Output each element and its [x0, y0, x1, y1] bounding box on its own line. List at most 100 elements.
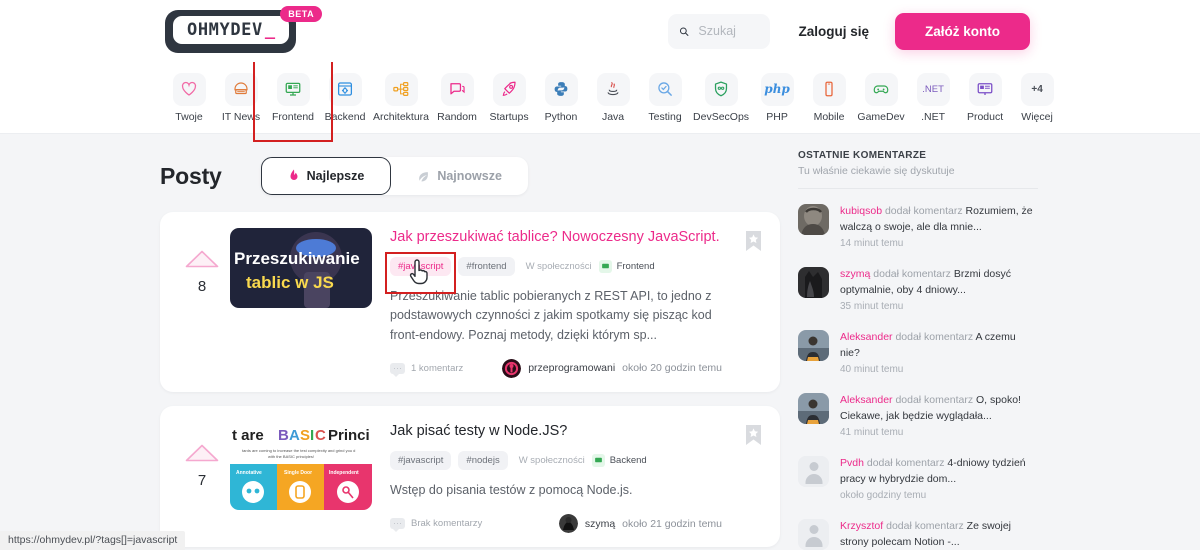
comment-item[interactable]: Aleksander dodał komentarz O, spoko! Cie… — [798, 384, 1038, 447]
signup-button[interactable]: Załóż konto — [895, 12, 1030, 50]
monitor-icon — [276, 72, 310, 106]
comment-author[interactable]: kubiqsob — [840, 205, 882, 217]
nav-category-label: Python — [544, 110, 578, 123]
nav-category-testing[interactable]: Testing — [641, 72, 689, 123]
post-list: 8 Przeszukiwanie tablic w JS Jak przeszukiw… — [160, 212, 780, 550]
comment-verb: dodał komentarz — [886, 520, 964, 533]
nav-category-devsecops[interactable]: DevSecOps — [693, 72, 749, 123]
nav-category-wi-cej[interactable]: +4 Więcej — [1013, 72, 1061, 123]
recent-comments-list: kubiqsob dodał komentarz Rozumiem, że wa… — [798, 195, 1038, 550]
nav-category-label: GameDev — [857, 110, 905, 123]
post-author[interactable]: szymą około 21 godzin temu — [558, 514, 722, 534]
flame-icon — [290, 169, 298, 180]
nav-category-php[interactable]: php PHP — [753, 72, 801, 123]
post-thumbnail[interactable]: t are B A S I C Princi tards are coming to inc… — [230, 421, 372, 510]
upvote-button[interactable] — [185, 250, 219, 268]
post-card[interactable]: 7 t are B A S I C Princi tards are coming to in… — [160, 405, 780, 548]
post-card[interactable]: 8 Przeszukiwanie tablic w JS Jak przeszukiw… — [160, 212, 780, 392]
logo-caret-icon: _ — [264, 19, 276, 40]
window-gear-icon — [591, 453, 605, 467]
post-tag[interactable]: #nodejs — [458, 450, 508, 470]
comment-time: 40 minut temu — [840, 364, 904, 376]
nav-category-mobile[interactable]: Mobile — [805, 72, 853, 123]
leaf-icon — [419, 171, 429, 181]
nav-category-startups[interactable]: Startups — [485, 72, 533, 123]
post-tag[interactable]: #javascript — [390, 450, 452, 470]
bookmark-icon[interactable] — [745, 424, 762, 446]
posts-header: Posty Najlepsze Najnowsze — [160, 150, 780, 202]
logo-badge: OHMYDEV _ — [165, 9, 297, 53]
phone-icon — [812, 72, 846, 106]
tab-najlepsze[interactable]: Najlepsze — [260, 157, 392, 195]
nav-category-label: Java — [601, 110, 625, 123]
nav-category-gamedev[interactable]: GameDev — [857, 72, 905, 123]
login-link[interactable]: Zaloguj się — [798, 24, 869, 39]
window-gear-icon — [328, 72, 362, 106]
post-title[interactable]: Jak przeszukiwać tablice? Nowoczesny Jav… — [390, 228, 722, 247]
post-category-label: Frontend — [616, 260, 655, 272]
search-box[interactable] — [668, 13, 771, 49]
comment-author[interactable]: Aleksander — [840, 394, 893, 406]
comment-item[interactable]: szymą dodał komentarz Brzmi dosyć optyma… — [798, 258, 1038, 321]
post-excerpt: Wstęp do pisania testów z pomocą Node.js… — [390, 482, 633, 497]
nav-category-python[interactable]: Python — [537, 72, 585, 123]
bookmark-icon[interactable] — [745, 230, 762, 252]
comment-author[interactable]: Pvdh — [840, 457, 864, 469]
post-comments-link[interactable]: Brak komentarzy — [390, 518, 483, 533]
nav-category-architektura[interactable]: Architektura — [373, 72, 429, 123]
avatar — [798, 393, 829, 425]
post-footer: Brak komentarzy szymą około 21 godzin temu — [390, 512, 722, 534]
rocket-icon — [492, 72, 526, 106]
svg-text:B: B — [278, 427, 289, 444]
post-category-label: Backend — [609, 454, 647, 466]
post-author-name: szymą — [584, 517, 616, 530]
sidebar-title: OSTATNIE KOMENTARZE — [798, 150, 927, 161]
post-tag[interactable]: #frontend — [458, 256, 515, 276]
shield-icon — [704, 72, 738, 106]
post-excerpt: Przeszukiwanie tablic pobieranych z REST… — [390, 288, 712, 342]
post-visibility-label: W społeczności — [525, 260, 592, 272]
browser-status-bar: https://ohmydev.pl/?tags[]=javascript — [0, 531, 186, 550]
post-comments-label: Brak komentarzy — [411, 518, 483, 530]
post-title[interactable]: Jak pisać testy w Node.JS? — [390, 422, 722, 441]
search-input[interactable] — [698, 24, 760, 38]
tab-najnowsze[interactable]: Najnowsze — [391, 157, 528, 195]
comment-text-line: kubiqsob dodał komentarz Rozumiem, że wa… — [840, 204, 1038, 235]
nav-category-label: Twoje — [175, 110, 203, 123]
monitor-icon — [598, 259, 612, 273]
nav-category-it-news[interactable]: IT News — [217, 72, 265, 123]
comment-item[interactable]: Krzysztof dodał komentarz Ze swojej stro… — [798, 510, 1038, 550]
post-thumbnail[interactable]: Przeszukiwanie tablic w JS — [230, 228, 372, 308]
sort-toggle-group: Najlepsze Najnowsze — [260, 157, 528, 195]
site-header: OHMYDEV _ BETA Zaloguj się Załóż konto — [0, 0, 1200, 62]
nav-category-net[interactable]: .NET .NET — [909, 72, 957, 123]
sidebar-subtitle: Tu właśnie ciekawie się dyskutuje — [798, 165, 955, 177]
comment-item[interactable]: Aleksander dodał komentarz A czemu nie? 4… — [798, 321, 1038, 384]
python-icon — [544, 72, 578, 106]
nav-category-java[interactable]: Java — [589, 72, 637, 123]
nav-category-label: Startups — [489, 110, 529, 123]
comment-text-line: Aleksander dodał komentarz O, spoko! Cie… — [840, 393, 1038, 424]
nav-category-twoje[interactable]: Twoje — [165, 72, 213, 123]
post-category-chip[interactable]: Backend — [591, 453, 647, 467]
comment-item[interactable]: Pvdh dodał komentarz 4-dniowy tydzień pr… — [798, 447, 1038, 510]
php-icon: php — [760, 72, 794, 106]
comment-author[interactable]: szymą — [840, 268, 870, 280]
upvote-button[interactable] — [185, 444, 219, 462]
post-comments-link[interactable]: 1 komentarz — [390, 362, 463, 377]
nav-category-backend[interactable]: Backend — [321, 72, 369, 123]
nav-category-product[interactable]: Product — [961, 72, 1009, 123]
java-icon — [596, 72, 630, 106]
svg-text:Annotative: Annotative — [236, 470, 262, 476]
post-tag[interactable]: #javascript — [384, 251, 457, 294]
comment-author[interactable]: Krzysztof — [840, 520, 883, 532]
comment-item[interactable]: kubiqsob dodał komentarz Rozumiem, że wa… — [798, 195, 1038, 258]
post-author[interactable]: przeprogramowani około 20 godzin temu — [502, 358, 722, 378]
nav-category-random[interactable]: Random — [433, 72, 481, 123]
post-votes: 8 — [174, 228, 230, 295]
newspaper-icon — [224, 72, 258, 106]
post-category-chip[interactable]: Frontend — [598, 259, 655, 273]
comment-author[interactable]: Aleksander — [840, 331, 893, 343]
logo[interactable]: OHMYDEV _ BETA — [165, 5, 323, 53]
nav-category-frontend[interactable]: Frontend — [253, 53, 333, 142]
